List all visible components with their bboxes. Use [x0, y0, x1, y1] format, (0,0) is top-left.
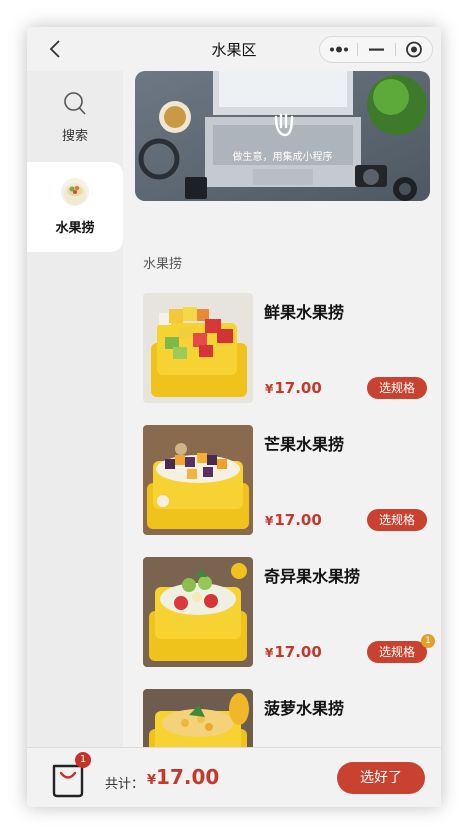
- sidebar-item-search[interactable]: 搜索: [27, 71, 123, 161]
- product-list-panel: 做生意，用集成小程序 水果捞 鲜果水果捞 ¥17.00 选规格 芒果水果捞 ¥1…: [123, 71, 441, 747]
- currency-symbol: ¥: [265, 646, 274, 660]
- total-price: ¥17.00: [147, 765, 219, 789]
- product-card[interactable]: 芒果水果捞 ¥17.00 选规格: [143, 425, 433, 535]
- product-price: ¥17.00: [265, 379, 322, 397]
- total-value: 17.00: [156, 765, 220, 789]
- currency-symbol: ¥: [265, 514, 274, 528]
- product-name: 奇异果水果捞: [264, 567, 361, 586]
- product-name: 鲜果水果捞: [264, 303, 345, 322]
- price-value: 17.00: [274, 643, 322, 661]
- currency-symbol: ¥: [147, 773, 157, 788]
- product-image: [143, 293, 253, 403]
- section-title: 水果捞: [143, 257, 183, 272]
- capsule-menu: [319, 36, 433, 63]
- product-card[interactable]: 奇异果水果捞 ¥17.00 选规格 1: [143, 557, 435, 667]
- select-spec-button[interactable]: 选规格: [367, 641, 427, 663]
- promo-banner[interactable]: 做生意，用集成小程序: [135, 71, 430, 201]
- quantity-badge: 1: [421, 634, 435, 648]
- product-name: 菠萝水果捞: [264, 699, 345, 718]
- product-name: 芒果水果捞: [264, 435, 345, 454]
- category-sidebar: 搜索 水果捞: [27, 71, 123, 747]
- product-card[interactable]: 鲜果水果捞 ¥17.00 选规格: [143, 293, 433, 403]
- sidebar-item-label: 搜索: [61, 129, 88, 144]
- minimize-icon[interactable]: [358, 37, 395, 62]
- product-image: [143, 689, 253, 747]
- product-card[interactable]: 菠萝水果捞: [143, 689, 433, 747]
- select-spec-button[interactable]: 选规格: [367, 377, 427, 399]
- price-value: 17.00: [274, 511, 322, 529]
- sidebar-item-fruit-salad[interactable]: 水果捞: [27, 162, 123, 252]
- total-label: 共计：: [105, 777, 145, 792]
- category-thumbnail: [61, 178, 89, 206]
- currency-symbol: ¥: [265, 382, 274, 396]
- search-icon: [64, 92, 86, 115]
- product-image: [143, 557, 253, 667]
- more-icon[interactable]: [320, 37, 357, 62]
- cart-count-badge: 1: [75, 752, 91, 768]
- banner-logo-icon: [274, 113, 294, 137]
- close-circle-icon[interactable]: [396, 37, 433, 62]
- app-window: 水果区 搜索 水果捞 做生意，用集成小程序 水果捞 鲜果水果捞 ¥17.00 选…: [27, 27, 441, 807]
- sidebar-item-label: 水果捞: [55, 221, 95, 236]
- cart-bar: 1 共计： ¥17.00 选好了: [27, 747, 441, 807]
- checkout-button[interactable]: 选好了: [337, 762, 425, 794]
- product-image: [143, 425, 253, 535]
- select-spec-button[interactable]: 选规格: [367, 509, 427, 531]
- product-price: ¥17.00: [265, 643, 322, 661]
- banner-caption: 做生意，用集成小程序: [232, 152, 333, 163]
- price-value: 17.00: [274, 379, 322, 397]
- product-price: ¥17.00: [265, 511, 322, 529]
- nav-bar: 水果区: [27, 27, 441, 71]
